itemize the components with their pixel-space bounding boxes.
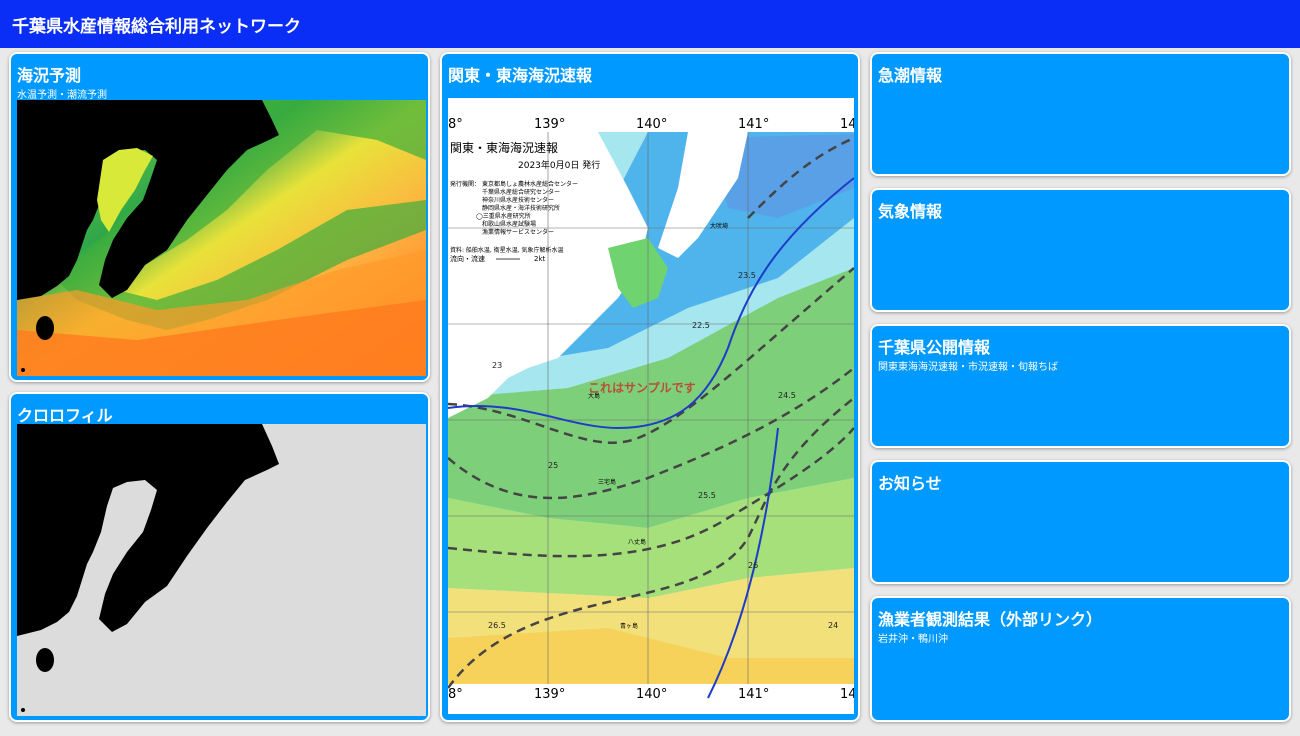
lon-top-5: 14 <box>840 117 854 132</box>
app-title: 千葉県水産情報総合利用ネットワーク <box>12 16 301 37</box>
isotherm-label: 22.5 <box>692 321 710 330</box>
lon-bottom-3: 140° <box>636 687 667 702</box>
lon-top-4: 141° <box>738 117 769 132</box>
fisher-observation-card[interactable]: 漁業者観測結果（外部リンク） 岩井沖・鴨川沖 <box>870 596 1291 722</box>
isotherm-label: 23.5 <box>738 271 756 280</box>
lon-bottom-1: 8° <box>448 687 463 702</box>
lon-top-1: 8° <box>448 117 463 132</box>
map-issuer: 千葉県水産総合研究センター <box>482 188 560 196</box>
map-issuer-label: 発行機関： <box>450 180 480 188</box>
map-flow-label: 流向・流速 <box>450 254 485 263</box>
kyucho-info-card[interactable]: 急潮情報 <box>870 52 1291 176</box>
weather-info-card[interactable]: 気象情報 <box>870 188 1291 312</box>
map-flow-value: 2kt <box>534 255 546 263</box>
isotherm-label: 23 <box>492 361 502 370</box>
map-issuer: 東京都島しょ農林水産総合センター <box>482 180 578 188</box>
map-date: 2023年0月0日 発行 <box>518 159 600 171</box>
chlorophyll-map <box>17 424 426 716</box>
place-label: 青ヶ島 <box>620 622 638 630</box>
isotherm-label: 26.5 <box>488 621 506 630</box>
map-issuer: 和歌山県水産試験場 <box>482 220 536 228</box>
forecast-subtitle: 水温予測・潮流予測 <box>17 90 107 101</box>
isotherm-label: 25 <box>548 461 558 470</box>
chiba-public-info-subtitle: 関東東海海況速報・市況速報・旬報ちば <box>878 362 1058 373</box>
map-heading: 関東・東海海況速報 <box>450 140 558 155</box>
chlorophyll-title: クロロフィル <box>17 406 113 425</box>
isotherm-label: 25.5 <box>698 491 716 500</box>
lon-bottom-4: 141° <box>738 687 769 702</box>
app-header: 千葉県水産情報総合利用ネットワーク <box>0 0 1300 48</box>
fisher-observation-title: 漁業者観測結果（外部リンク） <box>878 610 1103 629</box>
fisher-observation-subtitle: 岩井沖・鴨川沖 <box>878 634 948 645</box>
chlorophyll-card[interactable]: クロロフィル <box>9 392 430 722</box>
forecast-card[interactable]: 海況予測 水温予測・潮流予測 <box>9 52 430 382</box>
place-label: 八丈島 <box>628 538 646 546</box>
chiba-public-info-card[interactable]: 千葉県公開情報 関東東海海況速報・市況速報・旬報ちば <box>870 324 1291 448</box>
isotherm-label: 24.5 <box>778 391 796 400</box>
kaikyo-report-title: 関東・東海海況速報 <box>448 66 593 85</box>
place-label: 大吠埼 <box>710 222 728 230</box>
kyucho-info-title: 急潮情報 <box>878 66 943 85</box>
notice-card[interactable]: お知らせ <box>870 460 1291 584</box>
forecast-title: 海況予測 <box>17 66 82 85</box>
sea-temperature-forecast-map <box>17 100 426 376</box>
map-source: 資料: 船舶水温, 衛星水温, 気象庁解析水温 <box>450 246 564 254</box>
map-issuer: 静岡県水産・海洋技術研究所 <box>482 204 560 212</box>
map-issuer: ◯三重県水産研究所 <box>476 212 531 220</box>
chiba-public-info-title: 千葉県公開情報 <box>878 338 991 357</box>
map-issuer: 漁業情報サービスセンター <box>482 228 554 236</box>
lon-bottom-5: 14 <box>840 687 854 702</box>
isotherm-label: 26 <box>748 561 758 570</box>
map-issuer: 神奈川県水産技術センター <box>482 196 554 204</box>
kaikyo-report-card[interactable]: 関東・東海海況速報 8° 139° 140° 141° 1 8° 139° 14… <box>440 52 860 722</box>
isotherm-label: 24 <box>828 621 838 630</box>
weather-info-title: 気象情報 <box>878 202 943 221</box>
sample-watermark: これはサンプルです <box>588 380 696 395</box>
place-label: 三宅島 <box>598 478 616 486</box>
lon-top-2: 139° <box>534 117 565 132</box>
lon-bottom-2: 139° <box>534 687 565 702</box>
lon-top-3: 140° <box>636 117 667 132</box>
notice-title: お知らせ <box>878 474 942 493</box>
kaikyo-report-map: 8° 139° 140° 141° 14 8° 139° 140° 141° 1… <box>448 98 854 714</box>
